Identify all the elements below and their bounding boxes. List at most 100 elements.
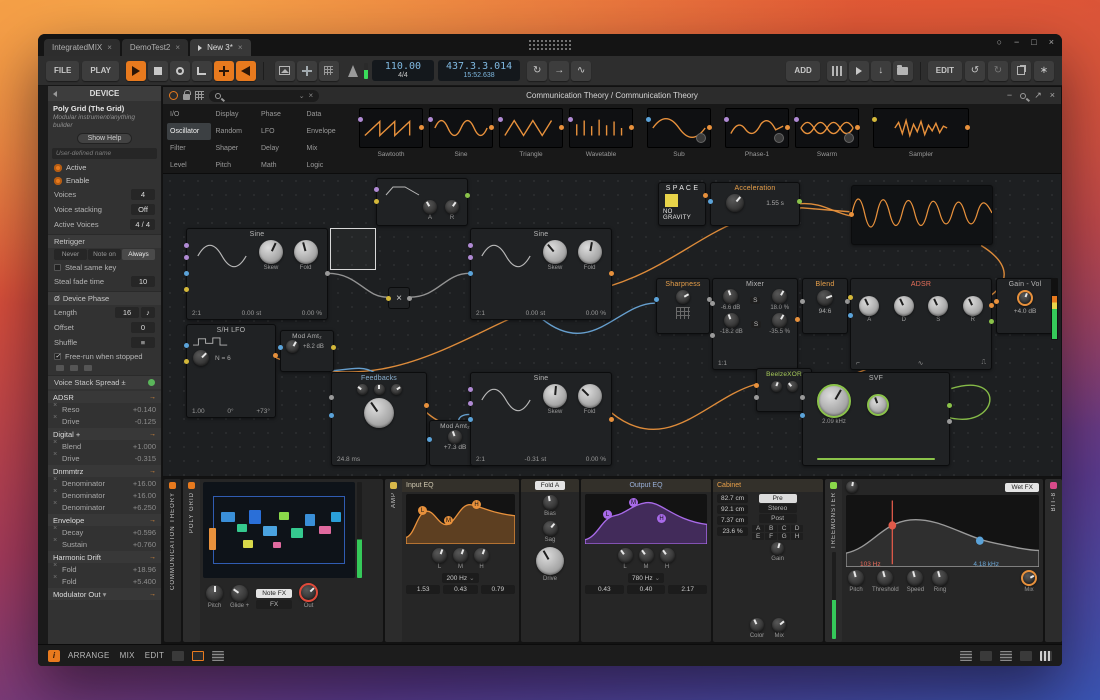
lfo-rate-knob[interactable]	[193, 350, 209, 366]
cabinet-routing-button[interactable]: Stereo	[759, 504, 797, 513]
port-in[interactable]	[184, 287, 189, 292]
mix-knob[interactable]	[1021, 570, 1037, 586]
eq-freq-select[interactable]: 200 Hz⌄	[442, 573, 478, 583]
grid-overview-display[interactable]	[203, 482, 355, 578]
automation-view-icon[interactable]	[1000, 651, 1012, 661]
modulator-remove-icon[interactable]	[53, 443, 59, 449]
tempo-value[interactable]: 110.00	[380, 61, 426, 72]
port-in[interactable]	[654, 297, 659, 302]
offset-value[interactable]: 0	[131, 322, 155, 333]
module-search-input[interactable]: ⌄ ×	[209, 90, 319, 102]
acceleration-value[interactable]: 1.55 s	[766, 200, 784, 207]
enable-toggle[interactable]: Enable	[48, 174, 161, 187]
pitch-knob[interactable]	[206, 585, 223, 602]
note-editor-icon[interactable]	[980, 651, 992, 661]
port-in[interactable]	[800, 395, 805, 400]
lfo-shift-value[interactable]: +73°	[256, 408, 270, 415]
port-in[interactable]	[754, 383, 759, 388]
voice-next-icon[interactable]	[70, 365, 78, 371]
metronome-icon[interactable]	[348, 65, 358, 77]
play-selection-button[interactable]	[849, 61, 869, 81]
modulator-remove-icon[interactable]	[53, 566, 59, 572]
retrigger-option-button[interactable]: Note on	[88, 249, 121, 260]
grid-snap-button[interactable]	[319, 61, 339, 81]
eq-band-handle[interactable]: L	[603, 510, 612, 519]
time-value[interactable]: 15:52.638	[446, 72, 512, 80]
port-in[interactable]	[794, 117, 799, 122]
port-in[interactable]	[872, 117, 877, 122]
port-in[interactable]	[184, 271, 189, 276]
module-acceleration[interactable]: Acceleration 1.55 s	[710, 182, 800, 226]
treemonster-knob[interactable]	[907, 570, 923, 586]
port-out[interactable]	[855, 125, 860, 130]
eq-q-value[interactable]: 0.79	[481, 585, 515, 594]
port-out[interactable]	[947, 419, 952, 424]
modulation-amount[interactable]: +0.760	[133, 540, 156, 549]
acceleration-knob[interactable]	[726, 194, 744, 212]
eq-gain-knob[interactable]	[453, 548, 468, 563]
port-in[interactable]	[184, 359, 189, 364]
voice-stack-mod-icon[interactable]	[148, 379, 155, 386]
cabinet-model-button[interactable]: E	[752, 533, 764, 540]
follow-playhead-button[interactable]: →	[549, 61, 569, 81]
port-in[interactable]	[468, 387, 473, 392]
drive-knob[interactable]	[536, 547, 564, 575]
module-mod-amt-1[interactable]: Mod Amt₂ +8.2 dB	[280, 330, 334, 372]
retrigger-option-button[interactable]: Always	[122, 249, 155, 260]
device-name-strip[interactable]: POLY GRID	[183, 479, 200, 642]
modulator-row[interactable]: Decay +0.596 →	[48, 526, 161, 538]
module-category-tab[interactable]: Pitch	[213, 157, 257, 174]
module-svf[interactable]: SVF 2.09 kHz	[802, 372, 950, 466]
zoom-icon[interactable]	[1020, 93, 1026, 99]
device-treemonster[interactable]: TREEMONSTER Wet FX	[825, 479, 1043, 642]
device-bit8-strip[interactable]: BIT-8	[1045, 479, 1062, 642]
module-category-tab[interactable]: Data	[304, 106, 348, 123]
modulator-row[interactable]: Modulator Out →	[48, 588, 161, 600]
length-unit-selector[interactable]: ♪	[141, 307, 155, 318]
modulator-remove-icon[interactable]	[53, 578, 59, 584]
modulator-remove-icon[interactable]	[53, 504, 59, 510]
port-in[interactable]	[184, 243, 189, 248]
device-amp[interactable]: AMP Input EQ L M H	[385, 479, 519, 642]
edit-menu-button[interactable]: EDIT	[928, 61, 962, 81]
module-env-ar[interactable]: A R	[376, 178, 468, 226]
palette-module-sine[interactable]: Sine	[429, 108, 493, 158]
port-out[interactable]	[331, 345, 336, 350]
close-window-icon[interactable]: ×	[1049, 37, 1054, 47]
port-in[interactable]	[468, 401, 473, 406]
low-freq-value[interactable]: 103 Hz	[860, 561, 881, 568]
eq-band-handle[interactable]: M	[629, 498, 638, 507]
punch-in-button[interactable]	[192, 61, 212, 81]
modulation-amount[interactable]: +16.00	[133, 479, 156, 488]
feedback-knob-2[interactable]	[374, 384, 385, 395]
minimize-panel-icon[interactable]: −	[1007, 90, 1012, 101]
eq-band-handle[interactable]: H	[657, 514, 666, 523]
cabinet-routing-button[interactable]: Post	[759, 514, 797, 523]
output-eq-display[interactable]: L M H	[585, 494, 707, 544]
module-feedbacks[interactable]: Feedbacks 24.8 ms	[331, 372, 427, 466]
modulation-amount[interactable]: +5.400	[133, 577, 156, 586]
eq-freq-select[interactable]: 780 Hz⌄	[628, 573, 664, 583]
mod-amount-knob[interactable]	[448, 430, 462, 444]
modulation-amount[interactable]: +0.596	[133, 528, 156, 537]
attack-knob[interactable]	[423, 200, 437, 214]
xy-pad-icon[interactable]	[676, 307, 690, 319]
feedback-time-knob[interactable]	[364, 398, 394, 428]
module-category-tab[interactable]: Level	[167, 157, 211, 174]
module-category-tab[interactable]: Display	[213, 106, 257, 123]
device-view-icon[interactable]	[1020, 651, 1032, 661]
device-enabled-icon[interactable]	[1050, 482, 1057, 489]
clip-launcher-button[interactable]	[275, 61, 295, 81]
modulator-remove-icon[interactable]	[53, 418, 59, 424]
device-rename-field[interactable]: User-defined name	[52, 148, 157, 159]
cutoff-value[interactable]: 2.09 kHz	[822, 419, 846, 425]
pitch-offset-value[interactable]: 0.00 st	[526, 310, 546, 317]
eq-gain-knob[interactable]	[474, 548, 489, 563]
phase-knob[interactable]	[774, 133, 784, 143]
port-in[interactable]	[708, 199, 713, 204]
keyboard-icon[interactable]	[1040, 651, 1052, 661]
skew-knob[interactable]	[259, 240, 283, 264]
modulator-row[interactable]: Drive -0.125 →	[48, 415, 161, 427]
modulator-row[interactable]: Denominator +6.250 →	[48, 501, 161, 513]
length-value[interactable]: 16	[115, 307, 139, 318]
